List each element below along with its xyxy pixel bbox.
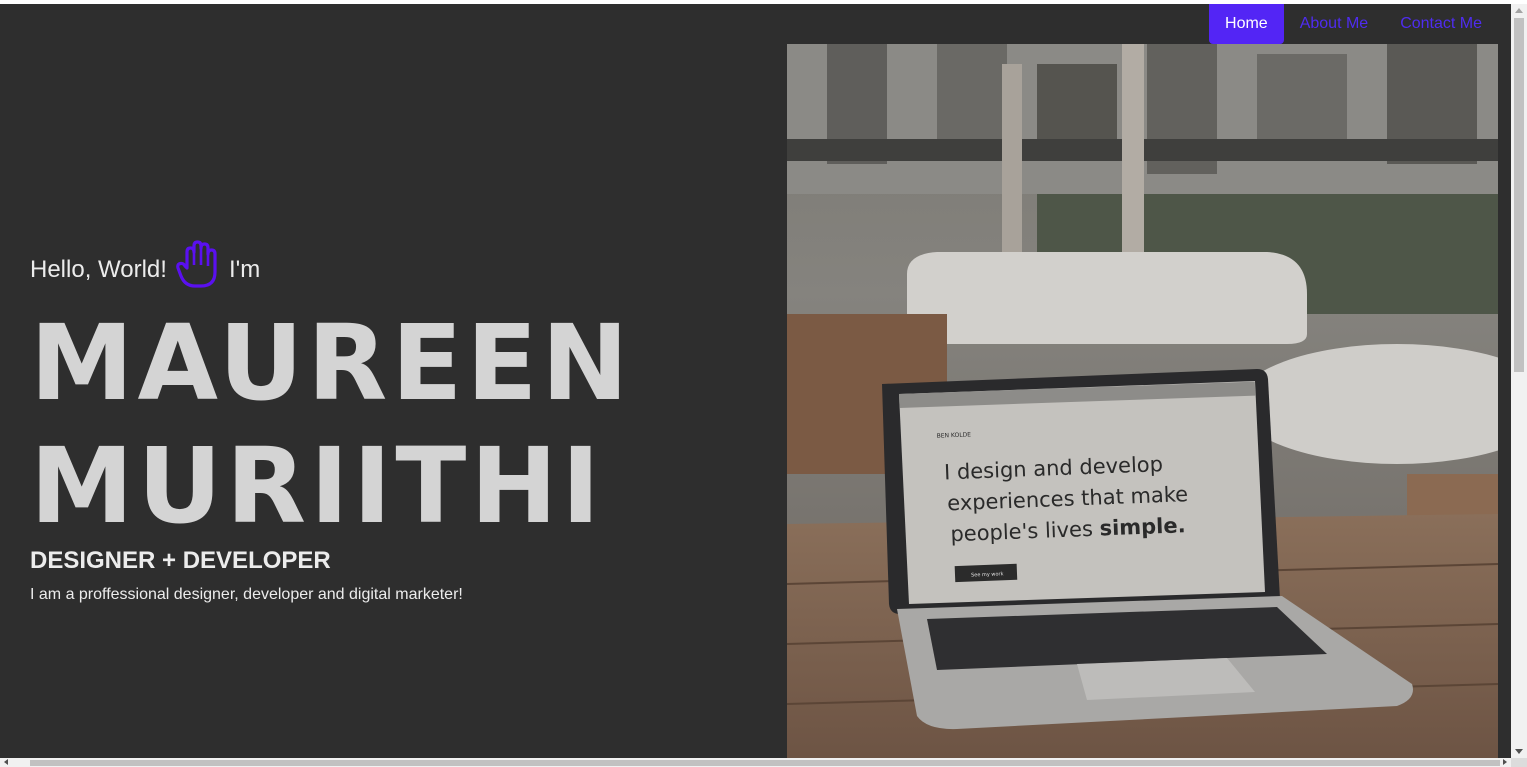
greeting-text: Hello, World! <box>30 256 167 283</box>
hero-greeting: Hello, World! I'm <box>30 240 261 296</box>
horizontal-scrollbar[interactable] <box>0 758 1511 767</box>
scroll-right-arrow-icon[interactable] <box>1503 759 1507 765</box>
laptop-screen-line3-bold: simple. <box>1099 513 1186 540</box>
nav-home-link[interactable]: Home <box>1209 4 1284 44</box>
scroll-up-arrow-icon[interactable] <box>1515 8 1523 13</box>
waving-hand-icon <box>176 240 217 288</box>
nav-about-link[interactable]: About Me <box>1284 4 1384 44</box>
vertical-scrollbar[interactable] <box>1511 4 1527 758</box>
role-heading: DESIGNER + DEVELOPER <box>30 547 331 574</box>
scroll-down-arrow-icon[interactable] <box>1515 749 1523 754</box>
scroll-left-arrow-icon[interactable] <box>4 759 8 765</box>
name-last: MURIITHI <box>30 425 605 547</box>
horizontal-scroll-thumb[interactable] <box>30 760 1500 766</box>
scrollbar-corner <box>1511 758 1527 767</box>
hero-photo: BEN KOLDE I design and develop experienc… <box>787 44 1498 758</box>
greeting-im-text: I'm <box>228 256 261 283</box>
bio-text: I am a proffessional designer, developer… <box>30 586 463 603</box>
nav-contact-link[interactable]: Contact Me <box>1384 4 1498 44</box>
top-nav: Home About Me Contact Me <box>1209 4 1498 44</box>
cafe-laptop-illustration: BEN KOLDE I design and develop experienc… <box>787 44 1498 758</box>
page-viewport: Home About Me Contact Me Hello, World! I… <box>0 4 1511 758</box>
laptop-screen-button: See my work <box>971 571 1004 578</box>
vertical-scroll-thumb[interactable] <box>1514 18 1524 372</box>
name-first: MAUREEN <box>30 302 633 424</box>
laptop-screen-brand: BEN KOLDE <box>937 431 972 439</box>
